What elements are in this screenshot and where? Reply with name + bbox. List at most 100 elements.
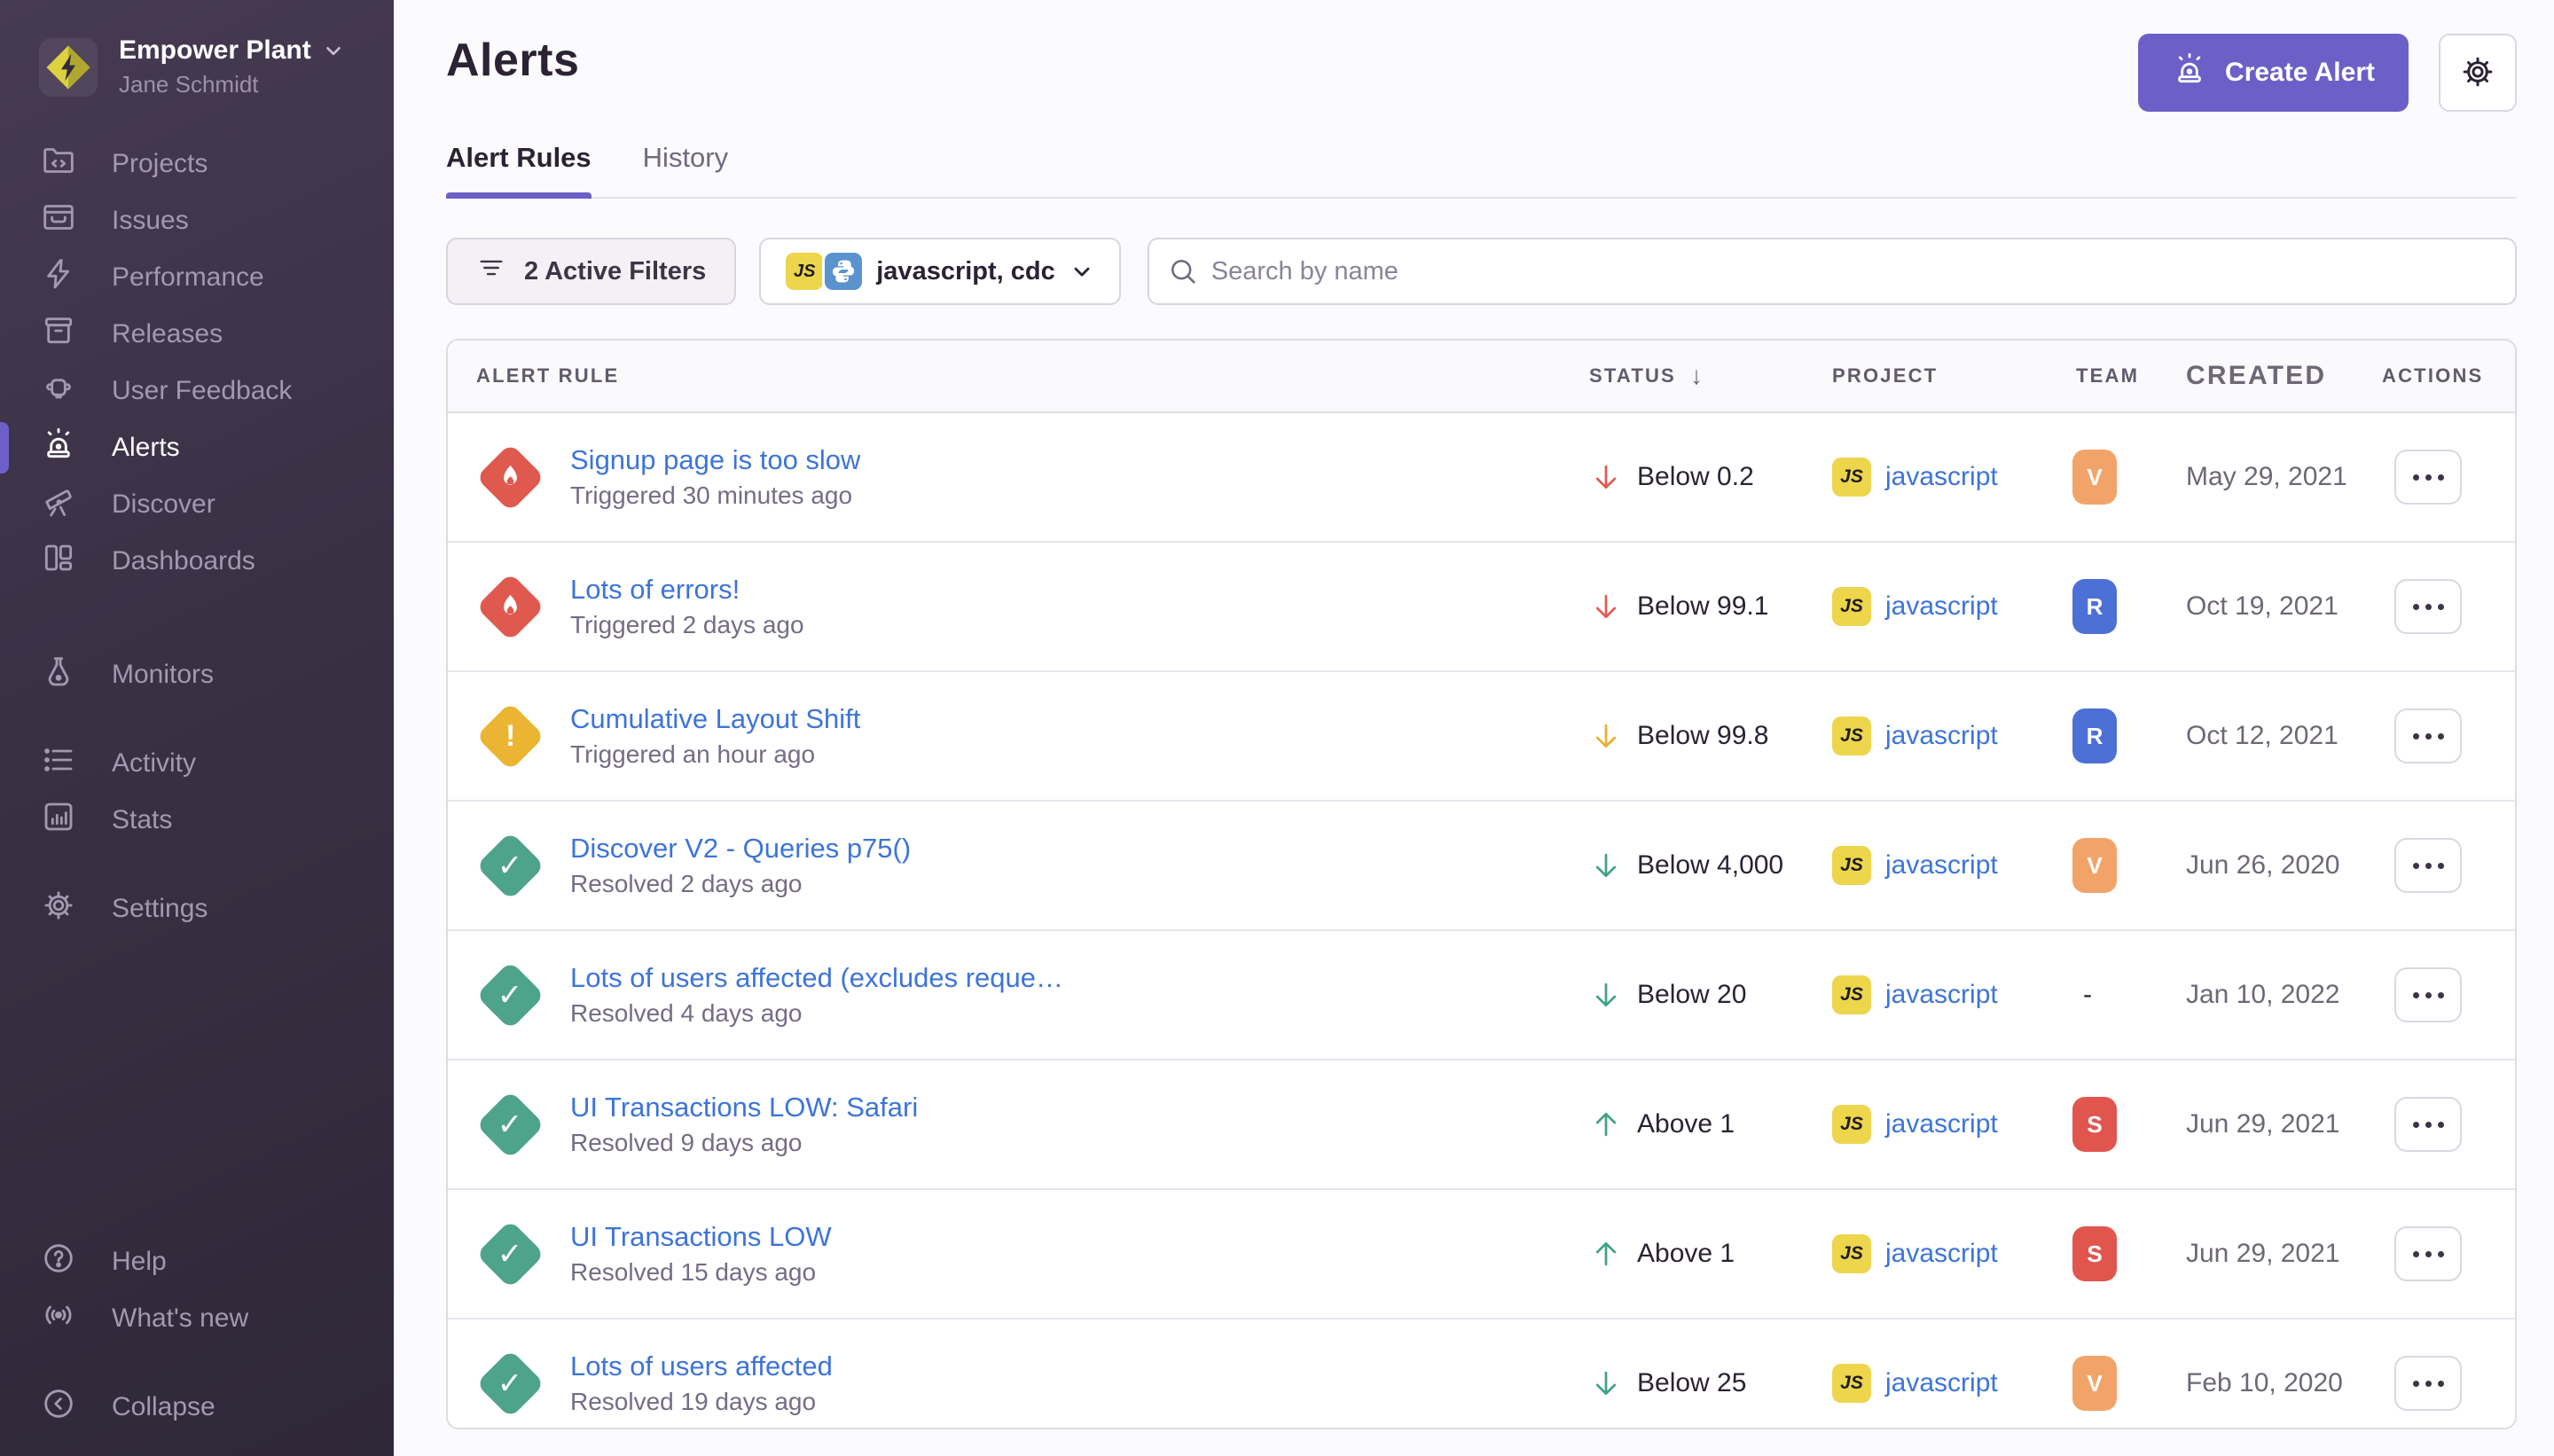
row-actions-button[interactable]: [2394, 579, 2462, 634]
tab-history[interactable]: History: [643, 142, 728, 197]
row-actions-button[interactable]: [2394, 967, 2462, 1022]
sidebar-item-what-s-new[interactable]: What's new: [0, 1290, 394, 1347]
tab-alert-rules[interactable]: Alert Rules: [446, 142, 591, 197]
sidebar-group: Activity Stats: [0, 735, 394, 849]
arrow-down-icon: [1589, 460, 1623, 494]
team-avatar: S: [2072, 1226, 2117, 1281]
sidebar-item-discover[interactable]: Discover: [0, 476, 394, 533]
team-avatar: V: [2072, 450, 2117, 505]
project-link[interactable]: javascript: [1885, 721, 1998, 751]
sidebar-item-label: Stats: [112, 805, 172, 835]
sidebar-group: Settings: [0, 881, 394, 937]
sidebar-item-user-feedback[interactable]: User Feedback: [0, 363, 394, 419]
arrow-up-icon: [1589, 1237, 1623, 1271]
resolved-alert-icon: ✓: [476, 832, 544, 899]
arrow-up-icon: [1589, 1108, 1623, 1141]
sidebar-item-activity[interactable]: Activity: [0, 735, 394, 792]
project-link[interactable]: javascript: [1885, 462, 1998, 492]
sidebar-item-label: Settings: [112, 894, 208, 924]
table-row: ✓ UI Transactions LOW Resolved 15 days a…: [448, 1190, 2515, 1319]
project-link[interactable]: javascript: [1885, 980, 1998, 1010]
alert-rule-subtitle: Resolved 15 days ago: [570, 1258, 832, 1287]
created-date: Oct 12, 2021: [2186, 721, 2339, 751]
row-actions-button[interactable]: [2394, 450, 2462, 505]
sidebar-item-collapse[interactable]: Collapse: [0, 1379, 394, 1436]
alert-rule-subtitle: Triggered 2 days ago: [570, 611, 804, 639]
javascript-platform-icon: JS: [1832, 1364, 1871, 1403]
sidebar-item-performance[interactable]: Performance: [0, 249, 394, 306]
alert-rule-link[interactable]: Lots of users affected (excludes reque…: [570, 962, 1063, 994]
status-value: Above 1: [1637, 1239, 1735, 1269]
created-date: Jun 29, 2021: [2186, 1239, 2339, 1269]
alert-rule-subtitle: Resolved 4 days ago: [570, 999, 1063, 1028]
alert-rule-link[interactable]: Signup page is too slow: [570, 444, 860, 476]
alert-rule-subtitle: Triggered 30 minutes ago: [570, 481, 860, 510]
created-date: Jun 29, 2021: [2186, 1109, 2339, 1139]
row-actions-button[interactable]: [2394, 1356, 2462, 1411]
sort-arrow-icon: ↓: [1690, 362, 1704, 390]
warning-alert-icon: !: [476, 702, 544, 770]
alert-rule-link[interactable]: Lots of users affected: [570, 1350, 833, 1382]
sidebar-item-label: Monitors: [112, 660, 214, 690]
row-actions-button[interactable]: [2394, 708, 2462, 763]
team-avatar: V: [2072, 838, 2117, 893]
sidebar-item-stats[interactable]: Stats: [0, 792, 394, 849]
project-selector-dropdown[interactable]: JS javascript, cdc: [759, 238, 1121, 305]
alert-rule-subtitle: Triggered an hour ago: [570, 740, 860, 769]
active-filters-button[interactable]: 2 Active Filters: [446, 238, 736, 305]
row-actions-button[interactable]: [2394, 838, 2462, 893]
projects-icon: [41, 143, 76, 185]
project-link[interactable]: javascript: [1885, 591, 1998, 622]
team-avatar: S: [2072, 1097, 2117, 1152]
column-header-status[interactable]: Status↓: [1589, 362, 1832, 390]
sidebar-item-issues[interactable]: Issues: [0, 192, 394, 249]
sidebar-item-help[interactable]: Help: [0, 1233, 394, 1290]
alert-rules-table: Alert RuleStatus↓ProjectTeamCreatedActio…: [446, 339, 2517, 1429]
settings-gear-button[interactable]: [2439, 34, 2517, 112]
sidebar-item-releases[interactable]: Releases: [0, 306, 394, 363]
search-input[interactable]: [1148, 238, 2517, 305]
arrow-down-icon: [1589, 590, 1623, 623]
sidebar-item-monitors[interactable]: Monitors: [0, 646, 394, 703]
create-alert-button[interactable]: Create Alert: [2138, 34, 2409, 112]
sidebar-item-alerts[interactable]: Alerts: [0, 419, 394, 476]
table-header-row: Alert RuleStatus↓ProjectTeamCreatedActio…: [448, 341, 2515, 413]
org-switcher[interactable]: Empower Plant Jane Schmidt: [0, 0, 394, 98]
help-icon: [41, 1241, 76, 1283]
alert-rule-link[interactable]: Lots of errors!: [570, 574, 804, 606]
sidebar-item-label: Performance: [112, 262, 264, 293]
alert-rule-subtitle: Resolved 9 days ago: [570, 1129, 918, 1157]
javascript-platform-icon: JS: [1832, 587, 1871, 626]
table-row: ✓ Discover V2 - Queries p75() Resolved 2…: [448, 802, 2515, 931]
row-actions-button[interactable]: [2394, 1097, 2462, 1152]
sidebar-item-settings[interactable]: Settings: [0, 881, 394, 937]
critical-alert-icon: [476, 573, 544, 640]
table-row: Lots of errors! Triggered 2 days ago Bel…: [448, 543, 2515, 672]
status-value: Below 0.2: [1637, 462, 1754, 492]
javascript-platform-icon: JS: [786, 253, 823, 290]
column-header-actions: Actions: [2361, 364, 2515, 387]
javascript-platform-icon: JS: [1832, 1234, 1871, 1273]
alerts-icon: [41, 427, 76, 469]
status-value: Below 20: [1637, 980, 1746, 1010]
project-link[interactable]: javascript: [1885, 1109, 1998, 1139]
sidebar-item-projects[interactable]: Projects: [0, 136, 394, 192]
alert-rule-link[interactable]: UI Transactions LOW: Safari: [570, 1092, 918, 1123]
status-value: Below 99.8: [1637, 721, 1768, 751]
arrow-down-icon: [1589, 719, 1623, 753]
resolved-alert-icon: ✓: [476, 1091, 544, 1158]
project-link[interactable]: javascript: [1885, 1239, 1998, 1269]
row-actions-button[interactable]: [2394, 1226, 2462, 1281]
project-link[interactable]: javascript: [1885, 850, 1998, 881]
alert-rule-link[interactable]: Cumulative Layout Shift: [570, 703, 860, 735]
alert-rule-subtitle: Resolved 19 days ago: [570, 1388, 833, 1416]
created-date: Oct 19, 2021: [2186, 591, 2339, 622]
alert-rule-link[interactable]: Discover V2 - Queries p75(): [570, 833, 911, 865]
sidebar-item-dashboards[interactable]: Dashboards: [0, 533, 394, 590]
javascript-platform-icon: JS: [1832, 1105, 1871, 1144]
column-header-project: Project: [1832, 364, 2072, 387]
user-feedback-icon: [41, 370, 76, 412]
project-link[interactable]: javascript: [1885, 1368, 1998, 1398]
alert-rule-link[interactable]: UI Transactions LOW: [570, 1221, 832, 1253]
issues-icon: [41, 200, 76, 242]
